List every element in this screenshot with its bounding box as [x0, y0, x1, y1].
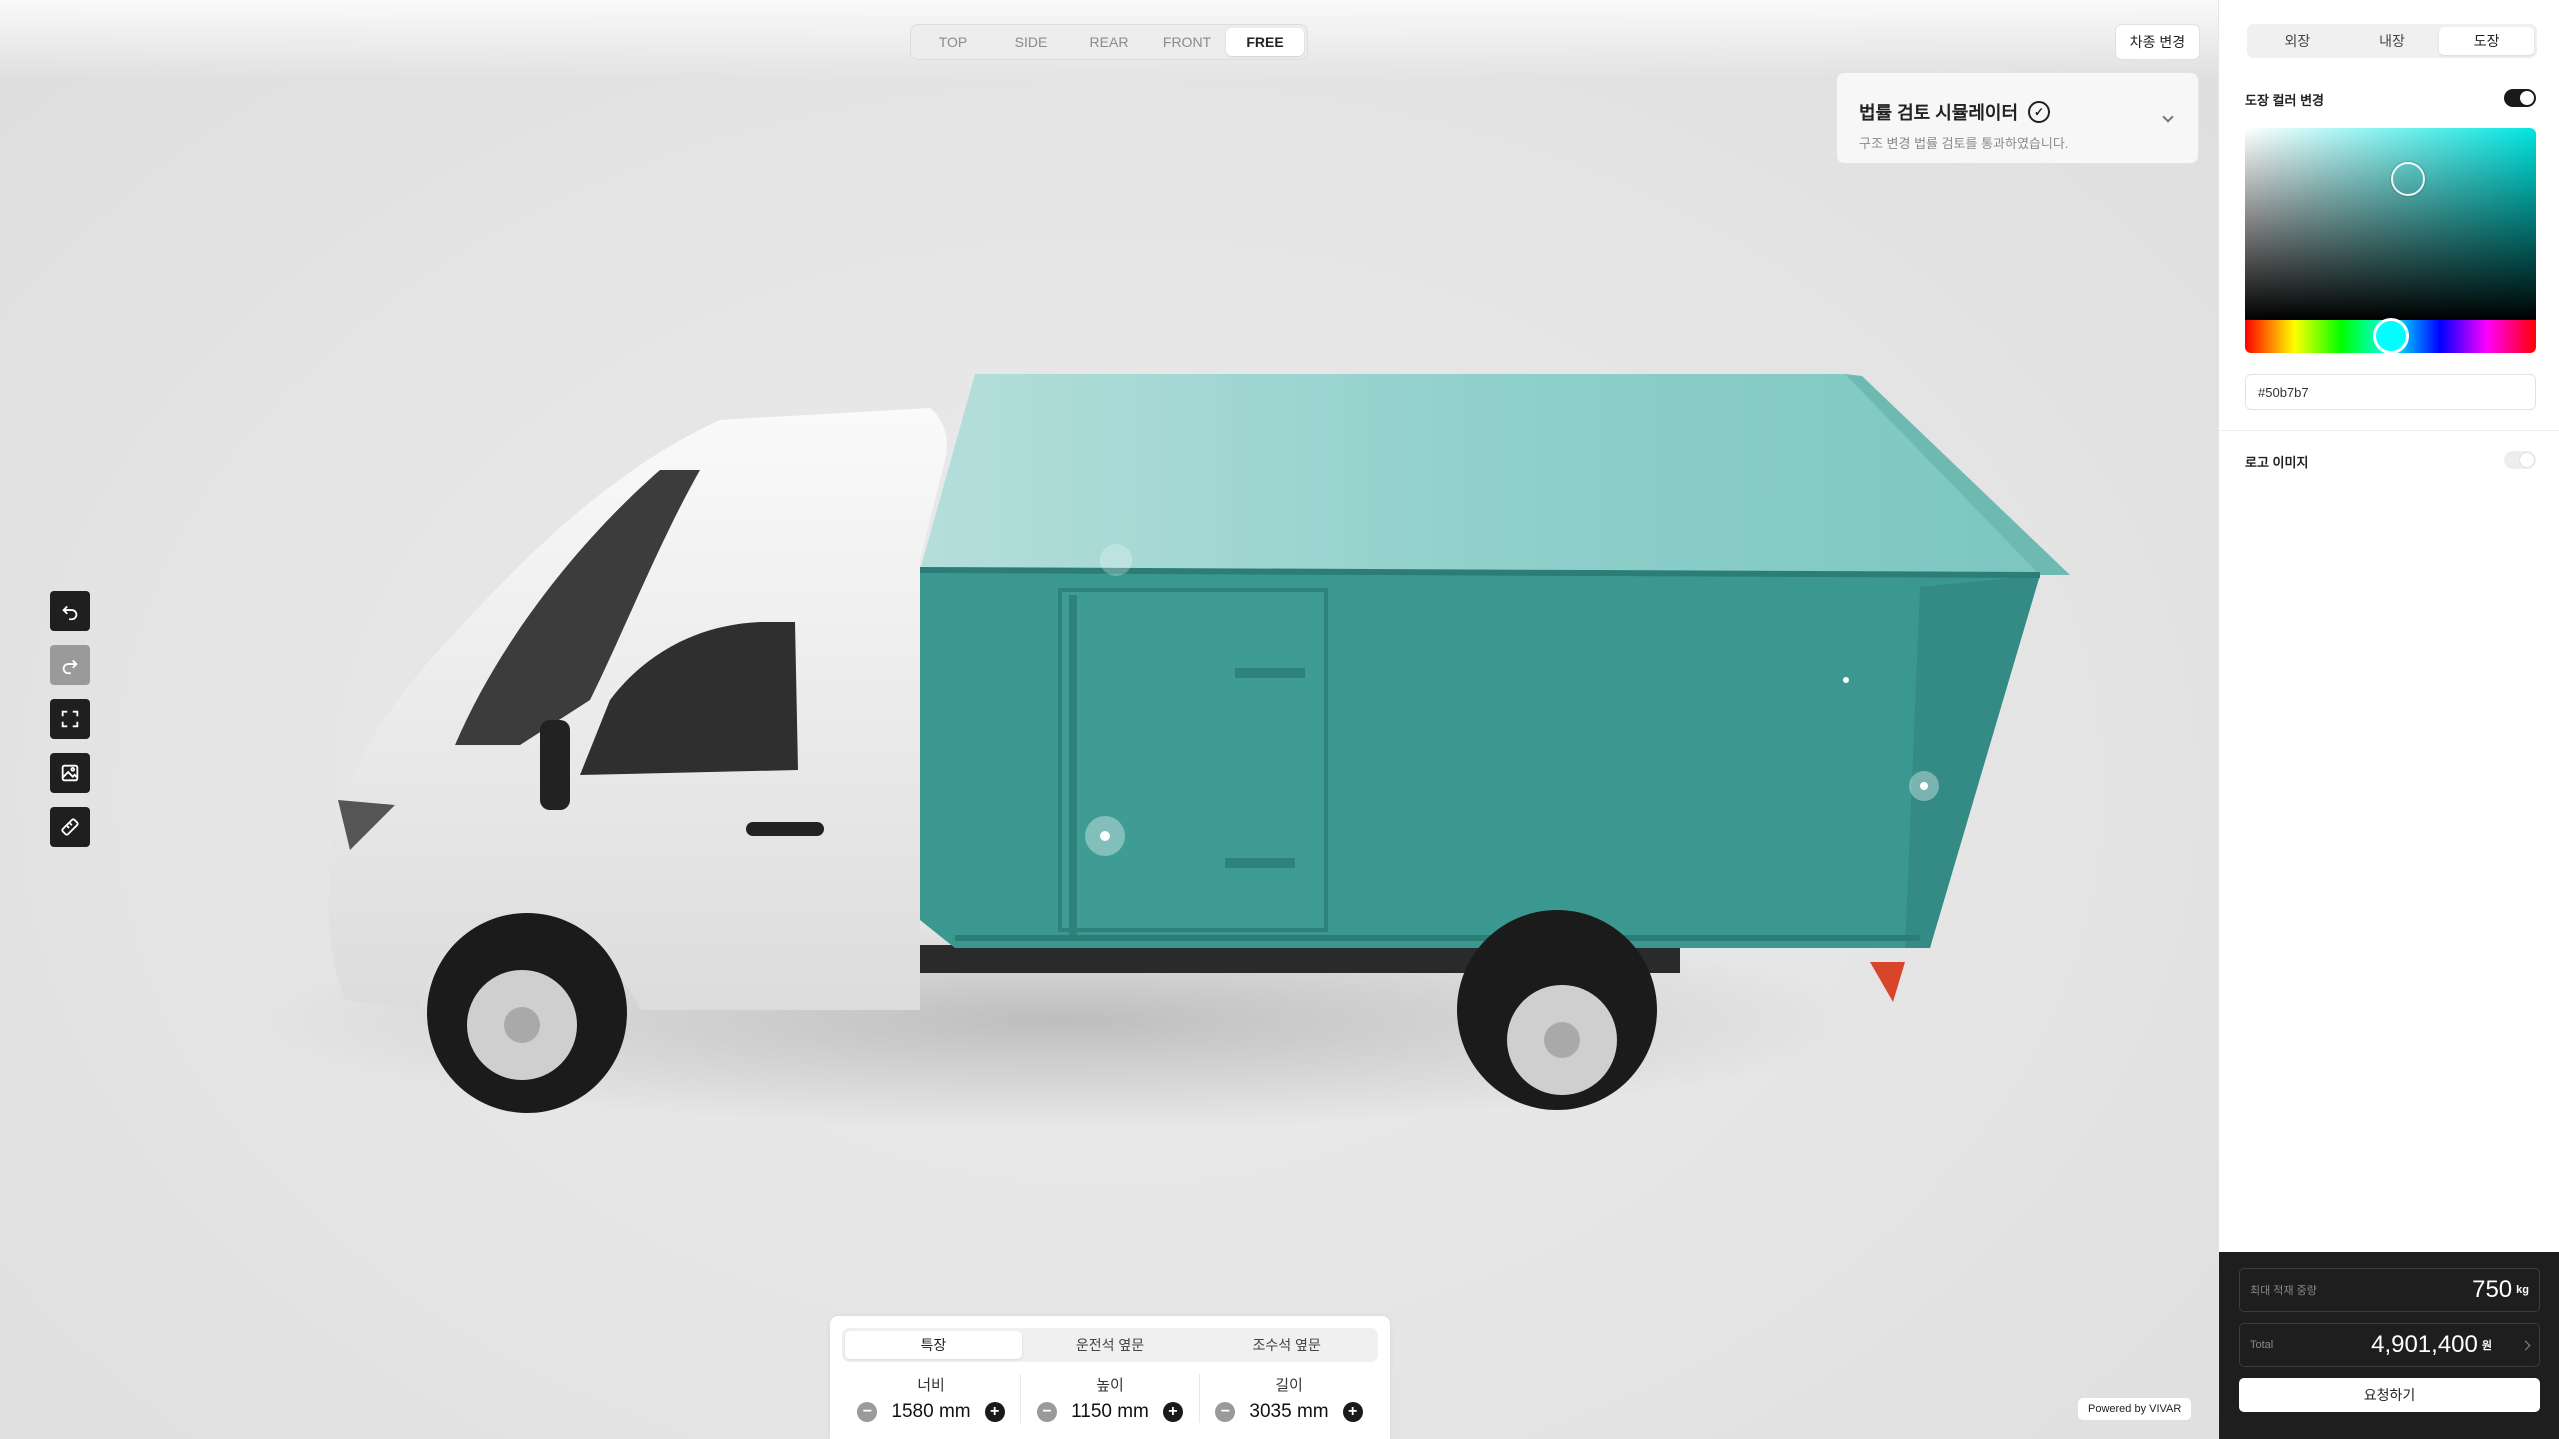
max-load-value: 750	[2472, 1276, 2513, 1303]
width-control: 너비 − 1580 mm +	[842, 1374, 1021, 1423]
max-load-row: 최대 적재 중량 750 kg	[2239, 1268, 2540, 1312]
dimension-tabs: 특장 운전석 옆문 조수석 옆문	[842, 1328, 1378, 1362]
width-increase-button[interactable]: +	[984, 1402, 1005, 1422]
height-decrease-button[interactable]: −	[1037, 1402, 1058, 1422]
total-row[interactable]: Total 4,901,400 원	[2239, 1323, 2540, 1367]
length-control: 길이 − 3035 mm +	[1200, 1374, 1378, 1423]
truck-model[interactable]	[0, 0, 2218, 1439]
fullscreen-icon	[61, 710, 79, 728]
camera-view-tabs: TOP SIDE REAR FRONT FREE	[910, 24, 1308, 60]
length-decrease-button[interactable]: −	[1215, 1402, 1236, 1422]
tab-exterior[interactable]: 외장	[2250, 27, 2345, 55]
tab-special-body[interactable]: 특장	[845, 1331, 1022, 1359]
panel-tabs: 외장 내장 도장	[2247, 24, 2537, 58]
fullscreen-button[interactable]	[50, 699, 90, 739]
redo-button[interactable]	[50, 645, 90, 685]
tab-top[interactable]: TOP	[914, 28, 992, 56]
legal-review-subtitle: 구조 변경 법률 검토를 통과하였습니다.	[1859, 136, 2069, 151]
color-picker-cursor[interactable]	[2391, 162, 2425, 196]
box-top	[920, 374, 2068, 575]
tab-free[interactable]: FREE	[1226, 28, 1304, 56]
tab-side[interactable]: SIDE	[992, 28, 1070, 56]
height-label: 높이	[1096, 1377, 1124, 1394]
hotspot	[1100, 544, 1132, 576]
logo-image-label: 로고 이미지	[2245, 455, 2309, 470]
request-button[interactable]: 요청하기	[2239, 1378, 2540, 1412]
left-toolbar	[50, 591, 90, 847]
total-value: 4,901,400	[2371, 1331, 2478, 1358]
tab-front[interactable]: FRONT	[1148, 28, 1226, 56]
dimensions-panel: 특장 운전석 옆문 조수석 옆문 너비 − 1580 mm + 높이 − 115…	[830, 1316, 1390, 1439]
rear-wheel	[1457, 910, 1657, 1110]
height-control: 높이 − 1150 mm +	[1021, 1374, 1200, 1423]
undo-button[interactable]	[50, 591, 90, 631]
3d-viewport[interactable]: TOP SIDE REAR FRONT FREE 차종 변경 법률 검토 시뮬레…	[0, 0, 2218, 1439]
legal-title-text: 법률 검토 시뮬레이터	[1859, 103, 2019, 123]
ruler-icon	[61, 818, 79, 836]
image-icon	[61, 764, 79, 782]
width-label: 너비	[917, 1377, 945, 1394]
height-increase-button[interactable]: +	[1162, 1402, 1183, 1422]
tab-paint[interactable]: 도장	[2439, 27, 2535, 55]
max-load-label: 최대 적재 중량	[2250, 1285, 2317, 1297]
tab-rear[interactable]: REAR	[1070, 28, 1148, 56]
hex-color-input[interactable]: #50b7b7	[2245, 374, 2536, 410]
length-increase-button[interactable]: +	[1342, 1402, 1363, 1422]
price-summary: 최대 적재 중량 750 kg Total 4,901,400 원 요청하기	[2219, 1252, 2559, 1439]
legal-review-title: 법률 검토 시뮬레이터 ✓	[1859, 99, 2176, 125]
legal-review-card[interactable]: 법률 검토 시뮬레이터 ✓ 구조 변경 법률 검토를 통과하였습니다.	[1836, 72, 2199, 164]
paint-color-label: 도장 컬러 변경	[2245, 93, 2324, 108]
tab-driver-door[interactable]: 운전석 옆문	[1022, 1331, 1199, 1359]
width-decrease-button[interactable]: −	[857, 1402, 878, 1422]
tab-interior[interactable]: 내장	[2345, 27, 2440, 55]
hue-slider-handle[interactable]	[2373, 318, 2409, 354]
undo-icon	[62, 605, 78, 621]
screenshot-button[interactable]	[50, 753, 90, 793]
measure-button[interactable]	[50, 807, 90, 847]
total-unit: 원	[2481, 1340, 2492, 1352]
change-vehicle-button[interactable]: 차종 변경	[2115, 24, 2200, 60]
check-circle-icon: ✓	[2028, 101, 2051, 123]
width-value: 1580 mm	[891, 1401, 971, 1422]
paint-color-toggle[interactable]	[2504, 89, 2536, 107]
color-saturation-picker[interactable]	[2245, 128, 2536, 320]
tab-passenger-door[interactable]: 조수석 옆문	[1198, 1331, 1375, 1359]
powered-by-badge[interactable]: Powered by VIVAR	[2078, 1398, 2192, 1420]
height-value: 1150 mm	[1071, 1401, 1149, 1422]
length-label: 길이	[1275, 1377, 1303, 1394]
divider	[2219, 430, 2559, 431]
redo-icon	[62, 659, 78, 675]
hue-slider[interactable]	[2245, 318, 2536, 354]
chevron-right-icon[interactable]	[2520, 1340, 2531, 1350]
box-door	[1058, 588, 1328, 932]
logo-image-toggle[interactable]	[2504, 451, 2536, 469]
front-wheel	[427, 913, 627, 1113]
total-label: Total	[2250, 1339, 2274, 1351]
length-value: 3035 mm	[1249, 1401, 1329, 1422]
right-panel: 외장 내장 도장 도장 컬러 변경 #50b7b7 로고 이미지 최대 적재 중…	[2218, 0, 2559, 1439]
max-load-unit: kg	[2516, 1284, 2529, 1296]
